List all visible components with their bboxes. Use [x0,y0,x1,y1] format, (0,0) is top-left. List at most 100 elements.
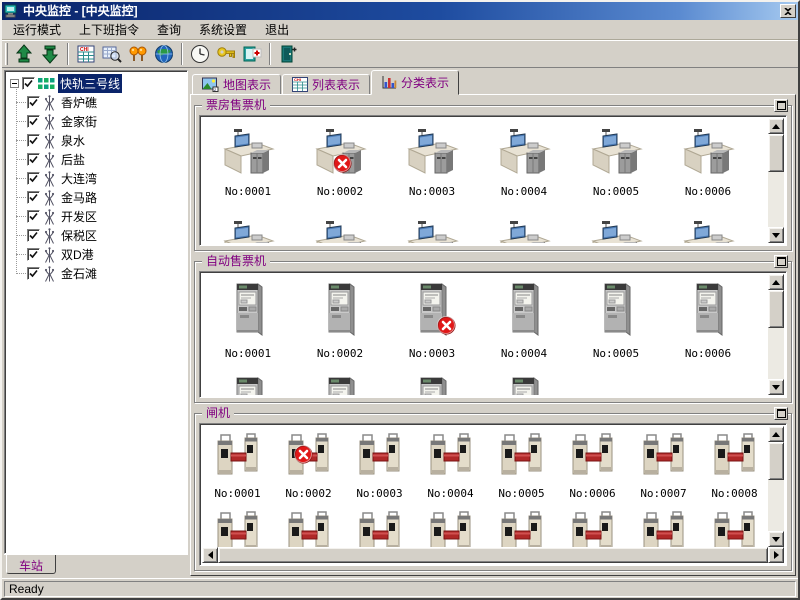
machine-item-tvm-0-0[interactable]: No:0001 [202,274,294,368]
machine-item-booth-1-4[interactable] [570,210,662,243]
vertical-scrollbar[interactable] [768,118,784,243]
tree-station-label[interactable]: 泉水 [59,131,87,150]
scroll-down-button[interactable] [768,531,784,547]
machine-item-tvm-1-0[interactable] [202,368,294,395]
panel-maximize-button[interactable] [774,407,788,420]
tree-expander[interactable] [10,79,19,88]
scroll-down-button[interactable] [768,227,784,243]
machine-item-tvm-0-4[interactable]: No:0005 [570,274,662,368]
tree-root-row[interactable]: 快轨三号线 [8,74,186,93]
machine-item-booth-1-3[interactable] [478,210,570,243]
menu-item-1[interactable]: 上下班指令 [70,19,148,40]
machine-item-tvm-0-5[interactable]: No:0006 [662,274,754,368]
machine-item-booth-1-1[interactable] [294,210,386,243]
machine-item-gate-1-6[interactable]: No:0015 [628,504,699,547]
tree-station-label[interactable]: 双D港 [59,245,96,264]
tree-checkbox[interactable] [27,191,40,204]
tab-1[interactable]: CHI列表表示 [282,74,370,95]
tree-station-row-1[interactable]: 金家街 [8,112,186,131]
tree-checkbox[interactable] [27,248,40,261]
tree-checkbox[interactable] [27,153,40,166]
machine-item-tvm-0-2[interactable]: No:0003 [386,274,478,368]
tree-station-label[interactable]: 金家街 [59,112,99,131]
clock-icon[interactable] [187,42,213,66]
machine-item-tvm-1-2[interactable] [386,368,478,395]
machine-item-booth-0-3[interactable]: No:0004 [478,118,570,210]
machine-item-booth-0-0[interactable]: No:0001 [202,118,294,210]
machine-item-gate-0-6[interactable]: No:0007 [628,426,699,504]
machine-item-tvm-0-3[interactable]: No:0004 [478,274,570,368]
machine-item-booth-0-1[interactable]: No:0002 [294,118,386,210]
machine-item-gate-0-7[interactable]: No:0008 [699,426,768,504]
exit-door-icon[interactable] [275,42,301,66]
machine-item-gate-1-1[interactable]: No:0010 [273,504,344,547]
tree-station-label[interactable]: 开发区 [59,207,99,226]
scroll-thumb[interactable] [768,290,784,328]
machine-item-tvm-1-3[interactable] [478,368,570,395]
scroll-left-button[interactable] [202,547,218,563]
machine-item-gate-0-4[interactable]: No:0005 [486,426,557,504]
scroll-up-button[interactable] [768,426,784,442]
scroll-up-button[interactable] [768,274,784,290]
scroll-thumb[interactable] [768,134,784,172]
tree-checkbox[interactable] [27,172,40,185]
horizontal-scrollbar[interactable] [202,547,784,563]
tree-checkbox[interactable] [27,96,40,109]
tab-2[interactable]: 分类表示 [371,70,459,95]
query-search-icon[interactable] [99,42,125,66]
menu-item-0[interactable]: 运行模式 [4,19,70,40]
tree-station-row-0[interactable]: 香炉礁 [8,93,186,112]
machine-item-gate-0-5[interactable]: No:0006 [557,426,628,504]
report-table-icon[interactable]: CHI [73,42,99,66]
tree-station-row-4[interactable]: 大连湾 [8,169,186,188]
scroll-up-button[interactable] [768,118,784,134]
close-button[interactable] [780,4,796,18]
tree-checkbox[interactable] [27,210,40,223]
machine-item-booth-0-2[interactable]: No:0003 [386,118,478,210]
tree-checkbox[interactable] [27,134,40,147]
tree-station-row-5[interactable]: 金马路 [8,188,186,207]
door-cross-icon[interactable] [239,42,265,66]
vertical-scrollbar[interactable] [768,274,784,395]
work-end-down-arrow-icon[interactable] [37,42,63,66]
tree-checkbox[interactable] [27,229,40,242]
machine-item-booth-0-5[interactable]: No:0006 [662,118,754,210]
machine-item-tvm-0-1[interactable]: No:0002 [294,274,386,368]
machine-item-tvm-1-1[interactable] [294,368,386,395]
machine-item-gate-1-0[interactable]: No:0009 [202,504,273,547]
globe-icon[interactable] [151,42,177,66]
tab-0[interactable]: 2地图表示 [192,74,281,95]
machine-item-gate-1-4[interactable]: No:0013 [486,504,557,547]
machine-item-gate-0-2[interactable]: No:0003 [344,426,415,504]
vertical-scrollbar[interactable] [768,426,784,547]
machine-item-gate-1-5[interactable]: No:0014 [557,504,628,547]
machine-item-booth-1-0[interactable] [202,210,294,243]
machine-item-gate-1-2[interactable]: No:0011 [344,504,415,547]
panel-maximize-button[interactable] [774,255,788,268]
menu-item-2[interactable]: 查询 [148,19,190,40]
scroll-right-button[interactable] [768,547,784,563]
tree-root-label[interactable]: 快轨三号线 [58,74,122,93]
work-start-up-arrow-icon[interactable] [11,42,37,66]
tree-station-label[interactable]: 金石滩 [59,264,99,283]
tree-station-label[interactable]: 香炉礁 [59,93,99,112]
tree-station-row-8[interactable]: 双D港 [8,245,186,264]
machine-item-gate-0-0[interactable]: No:0001 [202,426,273,504]
tree-station-row-2[interactable]: 泉水 [8,131,186,150]
machine-item-booth-1-5[interactable] [662,210,754,243]
tab-station[interactable]: 车站 [6,555,56,574]
machine-item-gate-0-3[interactable]: No:0004 [415,426,486,504]
tree-station-label[interactable]: 大连湾 [59,169,99,188]
panel-maximize-button[interactable] [774,99,788,112]
machine-item-booth-1-2[interactable] [386,210,478,243]
scroll-down-button[interactable] [768,379,784,395]
machine-item-booth-0-4[interactable]: No:0005 [570,118,662,210]
tree-checkbox[interactable] [22,77,35,90]
tree-station-label[interactable]: 金马路 [59,188,99,207]
scroll-thumb[interactable] [218,547,768,563]
menu-item-4[interactable]: 退出 [256,19,298,40]
tree-station-label[interactable]: 保税区 [59,226,99,245]
machine-item-gate-1-3[interactable]: No:0012 [415,504,486,547]
machine-item-gate-0-1[interactable]: No:0002 [273,426,344,504]
key-icon[interactable] [213,42,239,66]
